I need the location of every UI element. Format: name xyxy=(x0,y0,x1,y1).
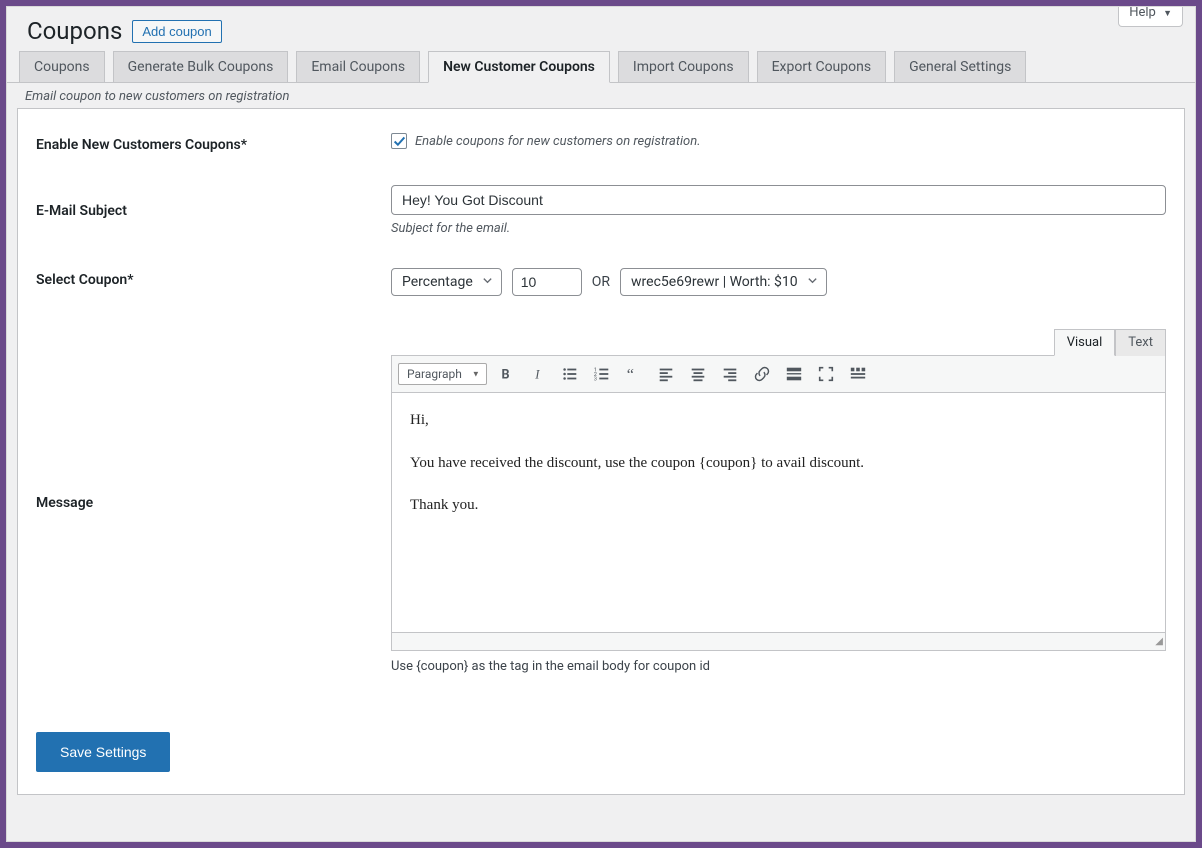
coupon-amount-input[interactable] xyxy=(512,268,582,296)
coupon-type-select[interactable]: Percentage xyxy=(391,268,502,296)
svg-text:3: 3 xyxy=(594,376,597,382)
align-left-button[interactable] xyxy=(653,361,679,387)
toolbar-toggle-button[interactable] xyxy=(845,361,871,387)
help-label: Help xyxy=(1129,6,1156,20)
message-line: Thank you. xyxy=(410,494,1147,517)
coupon-type-value: Percentage xyxy=(402,274,473,290)
existing-coupon-select[interactable]: wrec5e69rewr | Worth: $10 xyxy=(620,268,827,296)
align-right-button[interactable] xyxy=(717,361,743,387)
resize-grip-icon[interactable]: ◢ xyxy=(1155,636,1163,647)
italic-button[interactable]: I xyxy=(525,361,551,387)
chevron-down-icon: ▼ xyxy=(1163,9,1172,19)
bold-button[interactable]: B xyxy=(493,361,519,387)
editor-statusbar: ◢ xyxy=(391,633,1166,651)
fullscreen-button[interactable] xyxy=(813,361,839,387)
enable-text: Enable coupons for new customers on regi… xyxy=(415,134,701,149)
message-help: Use {coupon} as the tag in the email bod… xyxy=(391,659,1166,674)
page-title: Coupons xyxy=(27,17,122,45)
tab-generate-bulk[interactable]: Generate Bulk Coupons xyxy=(113,51,289,82)
or-text: OR xyxy=(592,274,610,290)
message-line: You have received the discount, use the … xyxy=(410,452,1147,475)
save-settings-button[interactable]: Save Settings xyxy=(36,732,170,772)
format-select[interactable]: Paragraph ▼ xyxy=(398,363,487,385)
tab-export-coupons[interactable]: Export Coupons xyxy=(757,51,887,82)
svg-text:“: “ xyxy=(627,365,634,383)
settings-panel: Enable New Customers Coupons* Enable cou… xyxy=(17,108,1185,795)
chevron-down-icon xyxy=(482,274,493,290)
tab-new-customer-coupons[interactable]: New Customer Coupons xyxy=(428,51,610,83)
tab-import-coupons[interactable]: Import Coupons xyxy=(618,51,749,82)
chevron-down-icon xyxy=(807,274,818,290)
tab-coupons[interactable]: Coupons xyxy=(19,51,105,82)
existing-coupon-value: wrec5e69rewr | Worth: $10 xyxy=(631,274,798,290)
subject-help: Subject for the email. xyxy=(391,221,1166,236)
check-icon xyxy=(393,135,406,148)
message-editor[interactable]: Hi, You have received the discount, use … xyxy=(391,393,1166,633)
message-line: Hi, xyxy=(410,409,1147,432)
bullet-list-button[interactable] xyxy=(557,361,583,387)
enable-label: Enable New Customers Coupons* xyxy=(36,133,391,153)
align-center-button[interactable] xyxy=(685,361,711,387)
numbered-list-button[interactable]: 123 xyxy=(589,361,615,387)
editor-toolbar: Paragraph ▼ B I 123 “ xyxy=(391,355,1166,393)
message-label: Message xyxy=(36,491,391,511)
editor-tab-text[interactable]: Text xyxy=(1115,329,1166,356)
help-dropdown[interactable]: Help ▼ xyxy=(1118,6,1183,27)
tab-general-settings[interactable]: General Settings xyxy=(894,51,1026,82)
svg-text:I: I xyxy=(534,368,540,382)
read-more-button[interactable] xyxy=(781,361,807,387)
tab-email-coupons[interactable]: Email Coupons xyxy=(296,51,420,82)
email-subject-input[interactable] xyxy=(391,185,1166,215)
subject-label: E-Mail Subject xyxy=(36,185,391,219)
add-coupon-button[interactable]: Add coupon xyxy=(132,20,221,43)
tab-description: Email coupon to new customers on registr… xyxy=(7,83,1195,108)
select-coupon-label: Select Coupon* xyxy=(36,268,391,288)
triangle-down-icon: ▼ xyxy=(472,370,480,379)
blockquote-button[interactable]: “ xyxy=(621,361,647,387)
admin-tabs: Coupons Generate Bulk Coupons Email Coup… xyxy=(7,51,1195,83)
svg-text:B: B xyxy=(501,368,509,383)
enable-checkbox[interactable] xyxy=(391,133,407,149)
editor-tab-visual[interactable]: Visual xyxy=(1054,329,1116,356)
link-button[interactable] xyxy=(749,361,775,387)
